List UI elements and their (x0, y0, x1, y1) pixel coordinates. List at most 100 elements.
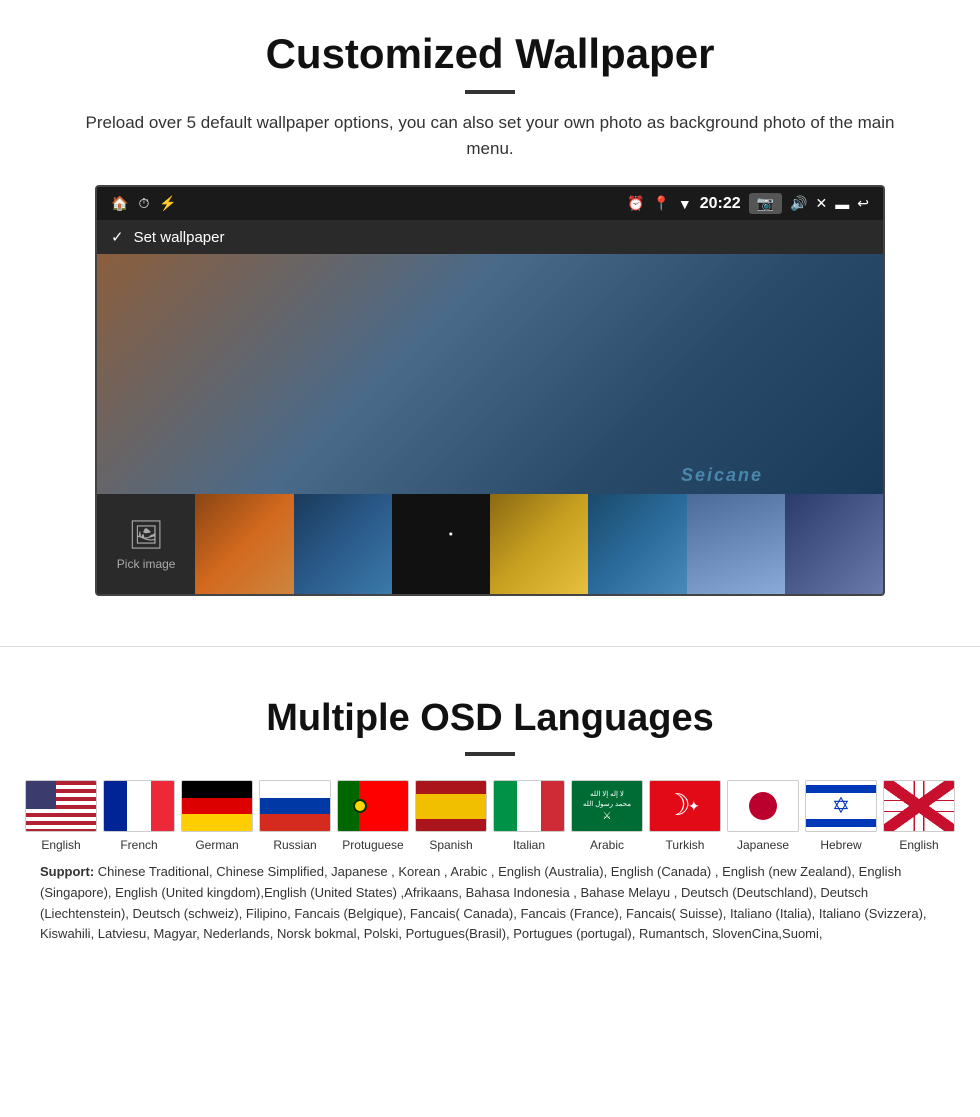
flag-france-blue (104, 781, 127, 831)
flag-item-english-uk: English (883, 780, 955, 852)
flag-item-arabic: لا إله إلا اللهمحمد رسول الله ⚔ Arabic (571, 780, 643, 852)
languages-divider (465, 752, 515, 756)
flag-spain (415, 780, 487, 832)
back-icon: ↩ (857, 195, 869, 212)
flag-saudi-text: لا إله إلا اللهمحمد رسول الله (583, 790, 631, 808)
flag-germany-gold (182, 814, 252, 831)
flag-item-french: French (103, 780, 175, 852)
image-pick-icon: 🖼 (128, 518, 164, 551)
support-label: Support: (40, 864, 98, 879)
wallpaper-thumb-2[interactable] (294, 494, 392, 594)
flag-label-hebrew: Hebrew (820, 838, 861, 852)
wallpaper-description: Preload over 5 default wallpaper options… (60, 110, 920, 161)
crescent-icon: ☽ (664, 791, 691, 821)
wallpaper-thumb-5[interactable] (588, 494, 686, 594)
flag-label-english-uk: English (899, 838, 938, 852)
flag-israel-stripe-top (806, 785, 876, 793)
set-wallpaper-label: Set wallpaper (134, 229, 225, 246)
window-icon: ▬ (835, 196, 849, 212)
flag-russia-white (260, 781, 330, 798)
support-text: Support: Chinese Traditional, Chinese Si… (40, 862, 940, 945)
flag-item-italian: Italian (493, 780, 565, 852)
camera-icon: 📷 (749, 193, 782, 214)
wallpaper-preview: Seicane (97, 254, 883, 494)
languages-section: Multiple OSD Languages English French (0, 677, 980, 975)
flag-label-portuguese: Protuguese (342, 838, 403, 852)
flag-israel-star: ✡ (832, 795, 850, 817)
flag-label-arabic: Arabic (590, 838, 624, 852)
title-divider (465, 90, 515, 94)
flag-item-german: German (181, 780, 253, 852)
flag-label-russian: Russian (273, 838, 316, 852)
star-icon: ✦ (688, 798, 700, 815)
flag-usa (25, 780, 97, 832)
flag-israel-stripe-bot (806, 819, 876, 827)
flag-france-white (127, 781, 150, 831)
wallpaper-thumb-4[interactable] (490, 494, 588, 594)
status-bar: 🏠 ⏱ ⚡ ⏰ 📍 ▼ 20:22 📷 🔊 ✕ ▬ ↩ (97, 187, 883, 220)
wallpaper-thumb-6[interactable] (687, 494, 785, 594)
pick-image-label: Pick image (117, 557, 176, 571)
flag-portugal (337, 780, 409, 832)
flag-italy-red (541, 781, 564, 831)
section-divider-line (0, 646, 980, 647)
flag-saudi-sword: ⚔ (603, 811, 612, 822)
flag-label-turkish: Turkish (666, 838, 705, 852)
flag-item-english-usa: English (25, 780, 97, 852)
flag-uk-cross (884, 781, 954, 831)
flag-japan (727, 780, 799, 832)
home-icon: 🏠 (111, 195, 128, 212)
flag-russia (259, 780, 331, 832)
flag-germany (181, 780, 253, 832)
flag-spain-yellow (416, 794, 486, 819)
wallpaper-thumb-3[interactable] (392, 494, 490, 594)
flag-item-russian: Russian (259, 780, 331, 852)
alarm-icon: ⏰ (627, 195, 644, 212)
close-icon: ✕ (816, 195, 828, 212)
flag-label-italian: Italian (513, 838, 545, 852)
flag-germany-red (182, 798, 252, 815)
support-languages-list: Chinese Traditional, Chinese Simplified,… (40, 864, 927, 941)
wallpaper-thumb-1[interactable] (195, 494, 293, 594)
android-screen: 🏠 ⏱ ⚡ ⏰ 📍 ▼ 20:22 📷 🔊 ✕ ▬ ↩ ✓ Set wallpa… (95, 185, 885, 596)
flag-item-japanese: Japanese (727, 780, 799, 852)
set-wallpaper-bar: ✓ Set wallpaper (97, 220, 883, 254)
wallpaper-section: Customized Wallpaper Preload over 5 defa… (0, 0, 980, 616)
flag-usa-canton (26, 781, 56, 809)
flag-germany-black (182, 781, 252, 798)
flag-label-spanish: Spanish (429, 838, 472, 852)
wallpaper-thumb-7[interactable] (785, 494, 883, 594)
wallpaper-thumbnails: 🖼 Pick image (97, 494, 883, 594)
status-right-icons: ⏰ 📍 ▼ 20:22 📷 🔊 ✕ ▬ ↩ (627, 193, 869, 214)
flag-item-portuguese: Protuguese (337, 780, 409, 852)
check-icon: ✓ (111, 228, 124, 246)
volume-icon: 🔊 (790, 195, 807, 212)
location-icon: 📍 (652, 195, 669, 212)
flag-saudi: لا إله إلا اللهمحمد رسول الله ⚔ (571, 780, 643, 832)
flag-france (103, 780, 175, 832)
flag-item-hebrew: ✡ Hebrew (805, 780, 877, 852)
languages-title: Multiple OSD Languages (40, 697, 940, 740)
status-left-icons: 🏠 ⏱ ⚡ (111, 195, 177, 212)
flag-portugal-emblem (353, 799, 367, 813)
flag-turkey: ☽ ✦ (649, 780, 721, 832)
flag-israel: ✡ (805, 780, 877, 832)
wifi-icon: ▼ (678, 196, 692, 212)
flag-italy (493, 780, 565, 832)
flag-spain-red-bot (416, 819, 486, 832)
usb-icon: ⚡ (159, 195, 176, 212)
flag-uk (883, 780, 955, 832)
status-time: 20:22 (700, 195, 741, 213)
flag-france-red (151, 781, 174, 831)
flag-label-french: French (120, 838, 157, 852)
pick-image-thumb[interactable]: 🖼 Pick image (97, 494, 195, 594)
flag-item-turkish: ☽ ✦ Turkish (649, 780, 721, 852)
flag-label-japanese: Japanese (737, 838, 789, 852)
flag-italy-green (494, 781, 517, 831)
flag-italy-white (517, 781, 540, 831)
flag-label-german: German (195, 838, 238, 852)
flag-russia-blue (260, 798, 330, 815)
flag-label-english: English (41, 838, 80, 852)
flag-russia-red (260, 814, 330, 831)
flag-spain-red-top (416, 781, 486, 794)
